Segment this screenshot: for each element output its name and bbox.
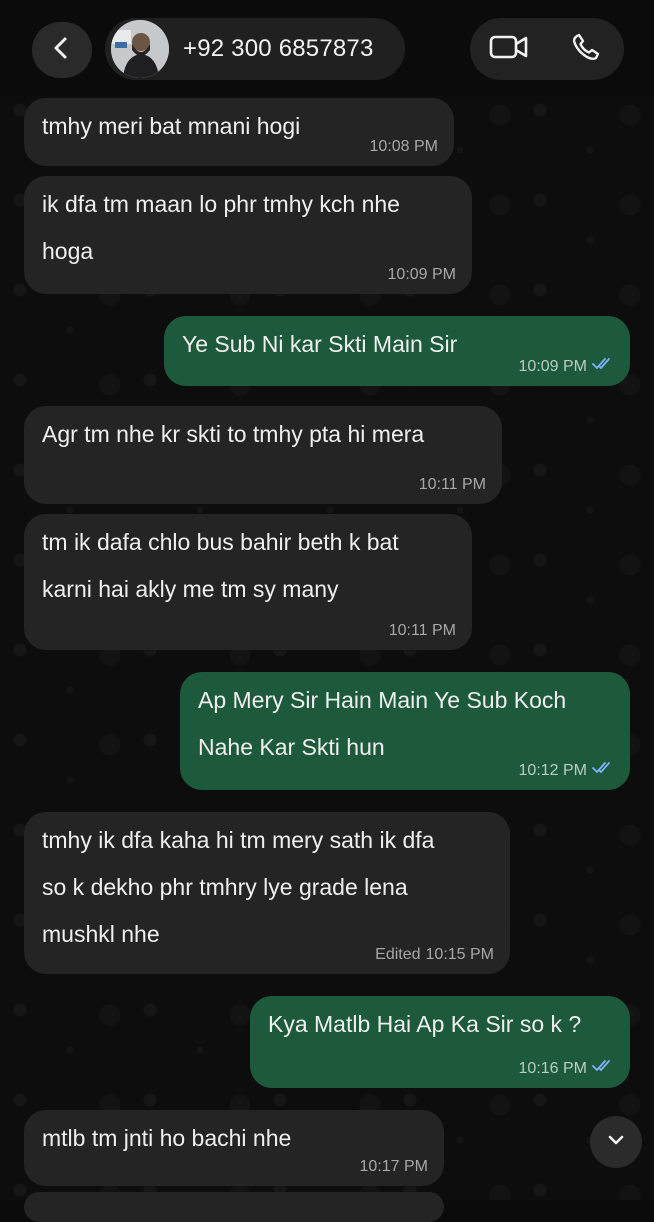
scroll-to-bottom-button[interactable] xyxy=(590,1116,642,1168)
message-text: Agr tm nhe kr skti to tmhy pta hi mera xyxy=(42,421,425,447)
video-call-button[interactable] xyxy=(479,21,539,77)
double-check-icon xyxy=(592,1059,614,1078)
message-text: mtlb tm jnti ho bachi nhe xyxy=(42,1125,292,1151)
message-meta: 10:09 PM xyxy=(519,357,614,376)
message-text: tmhy ik dfa kaha hi tm mery sath ik dfa … xyxy=(42,827,435,947)
message-list[interactable]: tmhy meri bat mnani hogi 10:08 PM ik dfa… xyxy=(0,0,654,1222)
message-meta: Edited 10:15 PM xyxy=(375,946,494,964)
back-button[interactable] xyxy=(32,22,92,78)
voice-call-button[interactable] xyxy=(556,21,616,77)
message-text: Kya Matlb Hai Ap Ka Sir so k ? xyxy=(268,1011,582,1037)
message-meta: 10:09 PM xyxy=(388,266,456,284)
double-check-icon xyxy=(592,761,614,780)
message-text: tm ik dafa chlo bus bahir beth k bat kar… xyxy=(42,529,399,602)
phone-icon xyxy=(571,32,601,67)
message-bubble-outgoing[interactable]: Ye Sub Ni kar Skti Main Sir 10:09 PM xyxy=(164,316,630,386)
message-bubble-incoming[interactable]: Agr tm nhe kr skti to tmhy pta hi mera 1… xyxy=(24,406,502,504)
message-time: 10:17 PM xyxy=(359,1158,428,1175)
call-actions xyxy=(470,18,624,80)
chevron-left-icon xyxy=(49,35,75,66)
contact-info[interactable]: +92 300 6857873 xyxy=(105,18,405,80)
message-text: ik dfa tm maan lo phr tmhy kch nhe hoga xyxy=(42,191,400,264)
message-time: 10:09 PM xyxy=(387,266,456,283)
message-bubble-incoming[interactable]: ik dfa tm maan lo phr tmhy kch nhe hoga … xyxy=(24,176,472,294)
message-meta: 10:17 PM xyxy=(360,1158,428,1176)
chat-header: +92 300 6857873 xyxy=(0,0,654,96)
message-bubble-outgoing[interactable]: Ap Mery Sir Hain Main Ye Sub Koch Nahe K… xyxy=(180,672,630,790)
message-bubble-incoming[interactable]: mtlb tm jnti ho bachi nhe 10:17 PM xyxy=(24,1110,444,1186)
message-meta: 10:16 PM xyxy=(519,1059,614,1078)
message-time: 10:11 PM xyxy=(418,476,486,493)
message-time: 10:08 PM xyxy=(369,138,438,155)
message-meta: 10:11 PM xyxy=(419,476,486,494)
message-time: 10:11 PM xyxy=(388,622,456,639)
message-bubble-incoming[interactable]: tm ik dafa chlo bus bahir beth k bat kar… xyxy=(24,514,472,650)
message-meta: 10:12 PM xyxy=(519,761,614,780)
contact-name: +92 300 6857873 xyxy=(183,35,374,62)
message-bubble-incoming-partial[interactable] xyxy=(24,1192,444,1222)
message-bubble-incoming[interactable]: tmhy meri bat mnani hogi 10:08 PM xyxy=(24,98,454,166)
edited-label: Edited xyxy=(375,946,421,963)
message-time: 10:15 PM xyxy=(425,946,494,963)
message-bubble-incoming[interactable]: tmhy ik dfa kaha hi tm mery sath ik dfa … xyxy=(24,812,510,974)
message-text: Ap Mery Sir Hain Main Ye Sub Koch Nahe K… xyxy=(198,687,567,760)
double-check-icon xyxy=(592,357,614,376)
message-time: 10:09 PM xyxy=(518,357,587,375)
message-meta: 10:11 PM xyxy=(389,622,456,640)
message-time: 10:12 PM xyxy=(518,761,587,779)
avatar[interactable] xyxy=(111,20,169,78)
message-bubble-outgoing[interactable]: Kya Matlb Hai Ap Ka Sir so k ? 10:16 PM xyxy=(250,996,630,1088)
chevron-down-icon xyxy=(605,1129,627,1156)
video-camera-icon xyxy=(489,33,529,66)
message-meta: 10:08 PM xyxy=(370,138,438,156)
message-time: 10:16 PM xyxy=(518,1059,587,1077)
